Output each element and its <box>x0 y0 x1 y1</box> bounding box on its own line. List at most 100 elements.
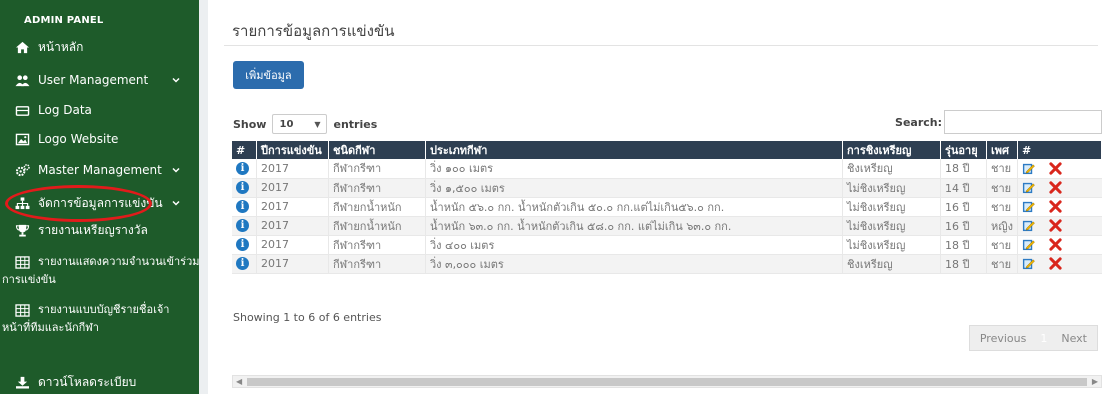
entries-select[interactable]: 10 ▼ <box>272 114 328 134</box>
table-icon <box>14 255 30 269</box>
column-header-year[interactable]: ปีการแข่งขัน <box>256 141 329 159</box>
medal-cell: ไม่ชิงเหรียญ <box>842 178 941 198</box>
sidebar-item-participation-report-cont[interactable]: การแข่งขัน <box>0 270 199 287</box>
main-content: รายการข้อมูลการแข่งขัน เพิ่มข้อมูล Show … <box>208 0 1106 394</box>
medal-cell: ไม่ชิงเหรียญ <box>842 235 941 255</box>
show-label: Show <box>233 117 267 131</box>
entries-length-control: Show 10 ▼ entries <box>233 114 377 134</box>
edit-icon[interactable] <box>1022 200 1035 213</box>
event-cell: วิ่ง ๓,๐๐๐ เมตร <box>425 254 843 274</box>
sport-cell: กีฬากรีฑา <box>328 178 426 198</box>
event-cell: น้ำหนัก ๕๖.๐ กก. น้ำหนักตัวเกิน ๕๐.๐ กก.… <box>425 197 843 217</box>
sidebar-item-logo-website[interactable]: Logo Website <box>0 128 199 150</box>
info-icon[interactable]: i <box>236 200 249 214</box>
next-page-button[interactable]: Next <box>1051 326 1097 350</box>
year-cell: 2017 <box>256 159 329 179</box>
delete-icon[interactable] <box>1049 238 1062 251</box>
sidebar-item-label-line2: หน้าที่ทีมและนักกีฬา <box>2 320 99 334</box>
delete-icon[interactable] <box>1049 200 1062 213</box>
medal-cell: ไม่ชิงเหรียญ <box>842 216 941 236</box>
table-row: i 2017 กีฬากรีฑา วิ่ง ๓,๐๐๐ เมตร ชิงเหรียญ 18… <box>232 254 1102 274</box>
sport-cell: กีฬายกน้ำหนัก <box>328 216 426 236</box>
actions-cell <box>1017 197 1102 217</box>
table-row: i 2017 กีฬากรีฑา วิ่ง ๑๐๐ เมตร ชิงเหรียญ 18 ป… <box>232 159 1102 179</box>
table-info: Showing 1 to 6 of 6 entries <box>233 311 382 324</box>
edit-icon[interactable] <box>1022 238 1035 251</box>
horizontal-scrollbar[interactable]: ◀ ▶ <box>232 375 1102 388</box>
sidebar-item-roster-report-cont[interactable]: หน้าที่ทีมและนักกีฬา <box>0 318 199 335</box>
column-header-age[interactable]: รุ่นอายุ <box>940 141 987 159</box>
sidebar-item-label-line1: รายงานแสดงความจำนวนเข้าร่วม <box>38 255 200 268</box>
medal-cell: ไม่ชิงเหรียญ <box>842 197 941 217</box>
sidebar-item-label-block: รายงานแบบบัญชีรายชื่อเจ้า <box>38 301 199 318</box>
info-icon[interactable]: i <box>236 238 249 252</box>
edit-icon[interactable] <box>1022 219 1035 232</box>
sport-cell: กีฬากรีฑา <box>328 159 426 179</box>
age-cell: 18 ปี <box>940 235 987 255</box>
users-icon <box>14 73 30 87</box>
table-header-row: # ปีการแข่งขัน ชนิดกีฬา ประเภทกีฬา การชิ… <box>232 141 1102 159</box>
pagination: Previous 1 Next <box>968 325 1098 351</box>
sport-cell: กีฬากรีฑา <box>328 254 426 274</box>
column-header-index[interactable]: # <box>232 141 257 159</box>
search-input[interactable] <box>944 110 1102 134</box>
sitemap-icon <box>14 196 30 210</box>
column-header-gender[interactable]: เพศ <box>986 141 1018 159</box>
edit-icon[interactable] <box>1022 181 1035 194</box>
edit-icon[interactable] <box>1022 257 1035 270</box>
page-title: รายการข้อมูลการแข่งขัน <box>232 22 395 40</box>
year-cell: 2017 <box>256 235 329 255</box>
actions-cell <box>1017 254 1102 274</box>
sidebar-item-label: หน้าหลัก <box>38 39 84 54</box>
gender-cell: ชาย <box>986 197 1018 217</box>
event-cell: วิ่ง ๑๐๐ เมตร <box>425 159 843 179</box>
sidebar-item-user-management[interactable]: User Management <box>0 69 199 91</box>
add-data-button[interactable]: เพิ่มข้อมูล <box>233 61 304 89</box>
info-icon[interactable]: i <box>236 257 249 271</box>
info-icon[interactable]: i <box>236 162 249 175</box>
sidebar-item-log-data[interactable]: Log Data <box>0 99 199 121</box>
delete-icon[interactable] <box>1049 162 1062 175</box>
actions-cell <box>1017 235 1102 255</box>
age-cell: 18 ปี <box>940 159 987 179</box>
info-icon[interactable]: i <box>236 181 249 195</box>
home-icon <box>14 40 30 54</box>
year-cell: 2017 <box>256 197 329 217</box>
entries-select-value: 10 <box>279 118 294 130</box>
delete-icon[interactable] <box>1049 257 1062 270</box>
title-divider <box>224 45 1098 46</box>
competition-table: # ปีการแข่งขัน ชนิดกีฬา ประเภทกีฬา การชิ… <box>232 141 1102 274</box>
scroll-left-icon[interactable]: ◀ <box>236 377 242 386</box>
event-cell: วิ่ง ๔๐๐ เมตร <box>425 235 843 255</box>
scrollbar-thumb[interactable] <box>247 378 1087 386</box>
column-header-sport[interactable]: ชนิดกีฬา <box>328 141 426 159</box>
sidebar-item-master-management[interactable]: Master Management <box>0 159 199 181</box>
scroll-right-icon[interactable]: ▶ <box>1092 377 1098 386</box>
page-number-button[interactable]: 1 <box>1036 326 1051 350</box>
sidebar-item-home[interactable]: หน้าหลัก <box>0 36 199 58</box>
image-icon <box>14 132 30 146</box>
table-row: i 2017 กีฬากรีฑา วิ่ง ๑,๕๐๐ เมตร ไม่ชิงเหรีย… <box>232 178 1102 198</box>
table-body: i 2017 กีฬากรีฑา วิ่ง ๑๐๐ เมตร ชิงเหรียญ 18 ป… <box>232 159 1102 274</box>
chevron-down-icon <box>172 200 180 206</box>
column-header-event[interactable]: ประเภทกีฬา <box>425 141 843 159</box>
sidebar-item-medal-report[interactable]: รายงานเหรียญรางวัล <box>0 219 199 241</box>
chevron-down-icon <box>172 77 180 83</box>
delete-icon[interactable] <box>1049 219 1062 232</box>
edit-icon[interactable] <box>1022 162 1035 175</box>
entries-label: entries <box>333 117 378 131</box>
sidebar-item-label: Logo Website <box>38 132 119 146</box>
download-icon <box>14 375 30 389</box>
search-label: Search: <box>895 115 942 129</box>
sport-cell: กีฬายกน้ำหนัก <box>328 197 426 217</box>
sidebar-item-manage-competition[interactable]: จัดการข้อมูลการแข่งขัน <box>0 192 199 214</box>
info-icon[interactable]: i <box>236 219 249 233</box>
delete-icon[interactable] <box>1049 181 1062 194</box>
age-cell: 14 ปี <box>940 178 987 198</box>
sidebar-item-label: รายงานเหรียญรางวัล <box>38 222 148 237</box>
previous-page-button[interactable]: Previous <box>970 326 1037 350</box>
column-header-medal[interactable]: การชิงเหรียญ <box>842 141 941 159</box>
sidebar-item-download-rules[interactable]: ดาวน์โหลดระเบียบ <box>0 371 199 393</box>
sidebar-item-label-line2: การแข่งขัน <box>2 272 56 286</box>
content-divider <box>199 0 208 394</box>
